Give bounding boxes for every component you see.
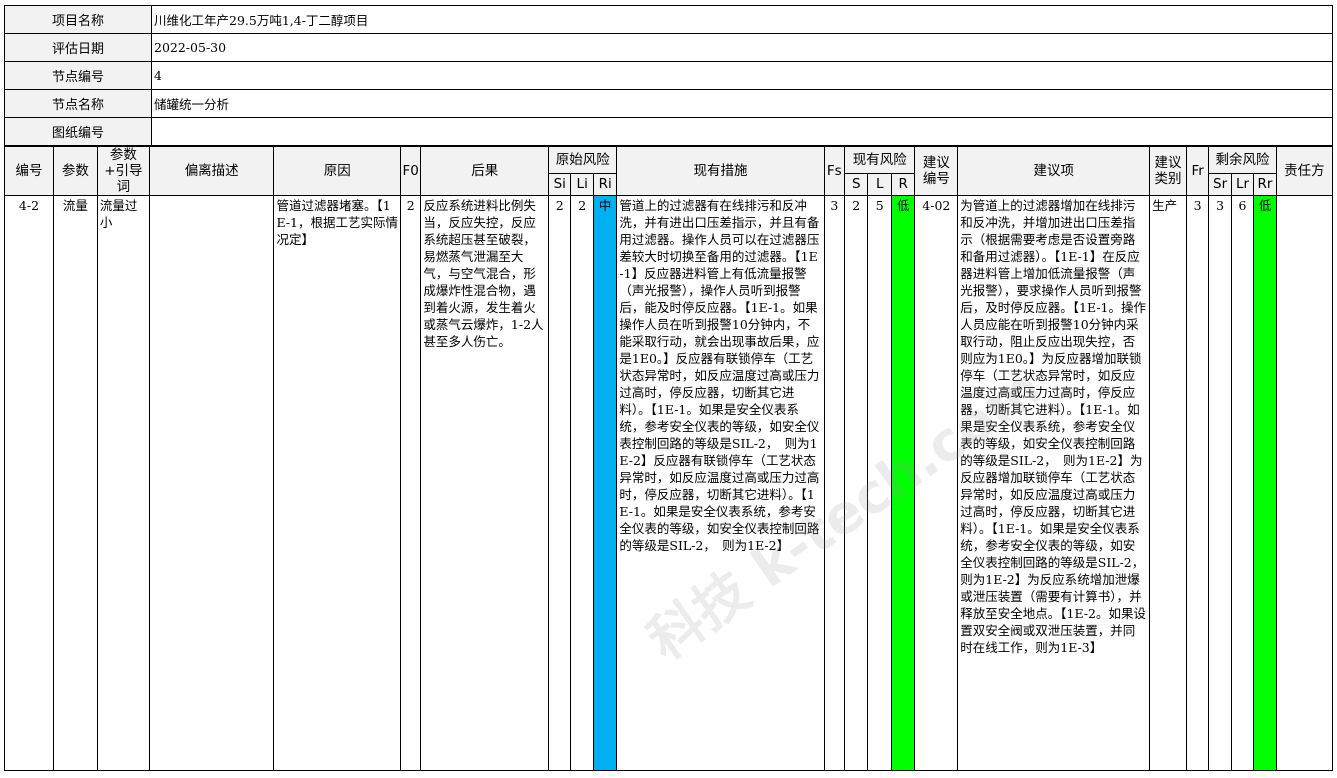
- cell-measures[interactable]: 管道上的过滤器有在线排污和反冲洗，并有进出口压差指示，并且有备用过滤器。操作人员…: [616, 195, 825, 771]
- cell-sr[interactable]: 3: [1208, 195, 1232, 771]
- col-curr-risk: 现有风险: [843, 146, 916, 174]
- col-measures: 现有措施: [616, 146, 825, 196]
- col-fs: Fs: [823, 146, 846, 196]
- col-consequence: 后果: [420, 146, 550, 196]
- node-no-label: 节点编号: [4, 61, 152, 90]
- drawing-value[interactable]: [151, 117, 1333, 146]
- cell-ri[interactable]: 中: [592, 195, 618, 771]
- node-name-value[interactable]: 储罐统一分析: [151, 89, 1333, 118]
- col-fr: Fr: [1185, 146, 1210, 196]
- col-f0: F0: [400, 146, 422, 196]
- cell-rec[interactable]: 为管道上的过滤器增加在线排污和反冲洗，并增加进出口压差指示（根据需要考虑是否设置…: [957, 195, 1151, 771]
- cell-deviation[interactable]: [148, 195, 275, 771]
- col-r: R: [890, 172, 916, 197]
- project-name-value[interactable]: 川维化工年产29.5万吨1,4-丁二醇项目: [151, 5, 1333, 34]
- drawing-label: 图纸编号: [4, 117, 152, 146]
- hazop-main-table: 编号 参数 参数+引导词 偏离描述 原因 F0 后果 原始风险 现有措施 Fs …: [4, 146, 1334, 771]
- col-guide: 参数+引导词: [96, 146, 150, 196]
- cell-li[interactable]: 2: [570, 195, 594, 771]
- col-cause: 原因: [273, 146, 402, 196]
- cell-cause[interactable]: 管道过滤器堵塞。【1E-1，根据工艺实际情况定】: [273, 195, 402, 771]
- info-row-date: 评估日期 2022-05-30: [4, 33, 1333, 62]
- col-li: Li: [570, 172, 594, 197]
- date-value[interactable]: 2022-05-30: [151, 33, 1333, 62]
- cell-rec-no[interactable]: 4-02: [914, 195, 959, 771]
- date-label: 评估日期: [4, 33, 152, 62]
- info-row-project: 项目名称 川维化工年产29.5万吨1,4-丁二醇项目: [4, 5, 1333, 34]
- cell-f0[interactable]: 2: [400, 195, 422, 771]
- col-no: 编号: [4, 146, 54, 196]
- col-owner: 责任方: [1275, 146, 1334, 196]
- col-lr: Lr: [1230, 172, 1255, 197]
- col-sr: Sr: [1208, 172, 1232, 197]
- info-row-node-name: 节点名称 储罐统一分析: [4, 89, 1333, 118]
- col-res-risk: 剩余风险: [1208, 146, 1277, 174]
- info-table: 项目名称 川维化工年产29.5万吨1,4-丁二醇项目 评估日期 2022-05-…: [4, 5, 1333, 146]
- col-s: S: [843, 172, 869, 197]
- node-name-label: 节点名称: [4, 89, 152, 118]
- col-orig-risk: 原始风险: [548, 146, 618, 174]
- col-rec-no: 建议编号: [914, 146, 959, 196]
- cell-r[interactable]: 低: [890, 195, 916, 771]
- node-no-value[interactable]: 4: [151, 61, 1333, 90]
- cell-fs[interactable]: 3: [823, 195, 846, 771]
- col-l: L: [867, 172, 892, 197]
- col-si: Si: [548, 172, 572, 197]
- hazop-worksheet: 项目名称 川维化工年产29.5万吨1,4-丁二醇项目 评估日期 2022-05-…: [4, 5, 1334, 771]
- cell-lr[interactable]: 6: [1230, 195, 1255, 771]
- col-rec-type: 建议类别: [1149, 146, 1187, 196]
- cell-owner[interactable]: [1275, 195, 1334, 771]
- cell-l[interactable]: 5: [867, 195, 892, 771]
- cell-rr[interactable]: 低: [1253, 195, 1277, 771]
- project-name-label: 项目名称: [4, 5, 152, 34]
- col-deviation: 偏离描述: [148, 146, 275, 196]
- col-param: 参数: [52, 146, 98, 196]
- cell-consequence[interactable]: 反应系统进料比例失当，反应失控，反应系统超压甚至破裂，易燃蒸气泄漏至大气，与空气…: [420, 195, 550, 771]
- header-row-1: 编号 参数 参数+引导词 偏离描述 原因 F0 后果 原始风险 现有措施 Fs …: [4, 146, 1334, 196]
- cell-guide[interactable]: 流量过小: [96, 195, 150, 771]
- info-row-drawing: 图纸编号: [4, 117, 1333, 146]
- cell-param[interactable]: 流量: [52, 195, 98, 771]
- info-row-node-no: 节点编号 4: [4, 61, 1333, 90]
- col-ri: Ri: [592, 172, 618, 197]
- cell-si[interactable]: 2: [548, 195, 572, 771]
- col-rec: 建议项: [957, 146, 1151, 196]
- cell-no[interactable]: 4-2: [4, 195, 54, 771]
- cell-rec-type[interactable]: 生产: [1149, 195, 1187, 771]
- cell-fr[interactable]: 3: [1185, 195, 1210, 771]
- cell-s[interactable]: 2: [843, 195, 869, 771]
- col-rr: Rr: [1253, 172, 1277, 197]
- table-row: 4-2 流量 流量过小 管道过滤器堵塞。【1E-1，根据工艺实际情况定】 2 反…: [4, 195, 1334, 771]
